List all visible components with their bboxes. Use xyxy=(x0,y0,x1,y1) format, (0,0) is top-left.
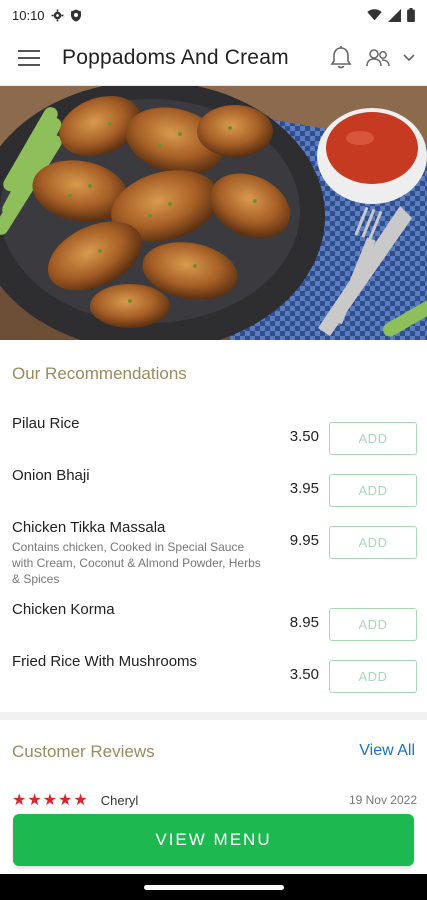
add-button[interactable]: ADD xyxy=(329,422,417,455)
list-item: Pilau Rice 3.50 ADD xyxy=(0,414,427,466)
item-name: Pilau Rice xyxy=(12,415,80,432)
chevron-down-icon[interactable] xyxy=(403,53,415,62)
shield-icon xyxy=(70,9,82,22)
gear-icon xyxy=(51,9,64,22)
wifi-icon xyxy=(367,9,382,21)
item-name: Chicken Tikka Massala xyxy=(12,519,166,536)
item-price: 3.50 xyxy=(289,666,319,683)
recommendations-list: Pilau Rice 3.50 ADD Onion Bhaji 3.95 ADD… xyxy=(0,414,427,704)
add-button[interactable]: ADD xyxy=(329,474,417,507)
home-gesture-handle[interactable] xyxy=(143,884,284,890)
app-header: Poppadoms And Cream xyxy=(0,30,427,86)
view-menu-button[interactable]: VIEW MENU xyxy=(13,814,414,866)
system-nav-bar xyxy=(0,874,427,900)
status-bar: 10:10 xyxy=(0,0,427,30)
item-name: Onion Bhaji xyxy=(12,467,90,484)
star-rating: ★★★★★ xyxy=(12,792,89,809)
users-icon[interactable] xyxy=(365,47,391,69)
add-button[interactable]: ADD xyxy=(329,526,417,559)
review-item: ★★★★★ Cheryl 19 Nov 2022 xyxy=(12,790,417,810)
item-price: 3.95 xyxy=(289,480,319,497)
add-button[interactable]: ADD xyxy=(329,660,417,693)
bell-icon[interactable] xyxy=(329,45,353,71)
item-name: Chicken Korma xyxy=(12,601,115,618)
add-button[interactable]: ADD xyxy=(329,608,417,641)
review-date: 19 Nov 2022 xyxy=(348,793,417,807)
page-title: Poppadoms And Cream xyxy=(62,45,289,69)
battery-icon xyxy=(407,8,415,22)
section-divider xyxy=(0,712,427,720)
item-description: Contains chicken, Cooked in Special Sauc… xyxy=(12,540,261,586)
recommendations-title: Our Recommendations xyxy=(12,364,187,383)
list-item: Chicken Tikka Massala Contains chicken, … xyxy=(0,518,427,600)
list-item: Onion Bhaji 3.95 ADD xyxy=(0,466,427,518)
item-price: 3.50 xyxy=(289,428,319,445)
signal-icon xyxy=(388,8,401,22)
menu-icon[interactable] xyxy=(18,46,42,70)
status-time: 10:10 xyxy=(12,7,45,23)
reviewer-name: Cheryl xyxy=(100,792,139,808)
item-name: Fried Rice With Mushrooms xyxy=(12,653,198,670)
item-price: 8.95 xyxy=(289,614,319,631)
list-item: Fried Rice With Mushrooms 3.50 ADD xyxy=(0,652,427,704)
list-item: Chicken Korma 8.95 ADD xyxy=(0,600,427,652)
hero-food-image xyxy=(0,86,427,340)
item-price: 9.95 xyxy=(289,532,319,549)
reviews-title: Customer Reviews xyxy=(12,742,155,761)
view-all-link[interactable]: View All xyxy=(359,742,415,760)
